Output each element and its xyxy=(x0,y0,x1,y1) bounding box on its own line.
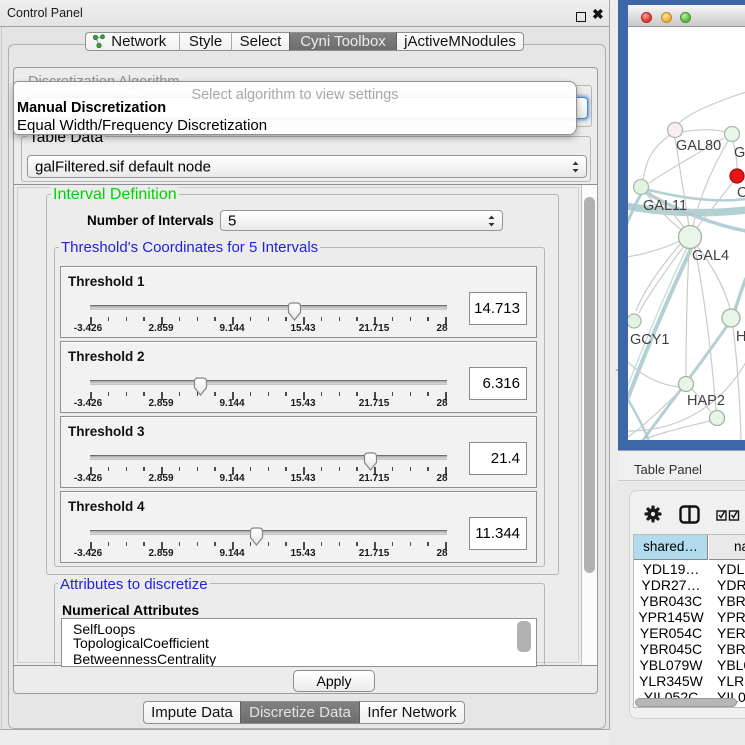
svg-text:C: C xyxy=(737,185,745,201)
svg-text:GA: GA xyxy=(734,145,745,161)
svg-text:GAL11: GAL11 xyxy=(643,198,687,214)
svg-text:GCY1: GCY1 xyxy=(630,332,670,348)
svg-text:HAP2: HAP2 xyxy=(687,393,725,409)
svg-text:H: H xyxy=(736,329,745,345)
svg-text:GAL4: GAL4 xyxy=(692,248,729,264)
svg-text:GAL80: GAL80 xyxy=(676,138,721,154)
